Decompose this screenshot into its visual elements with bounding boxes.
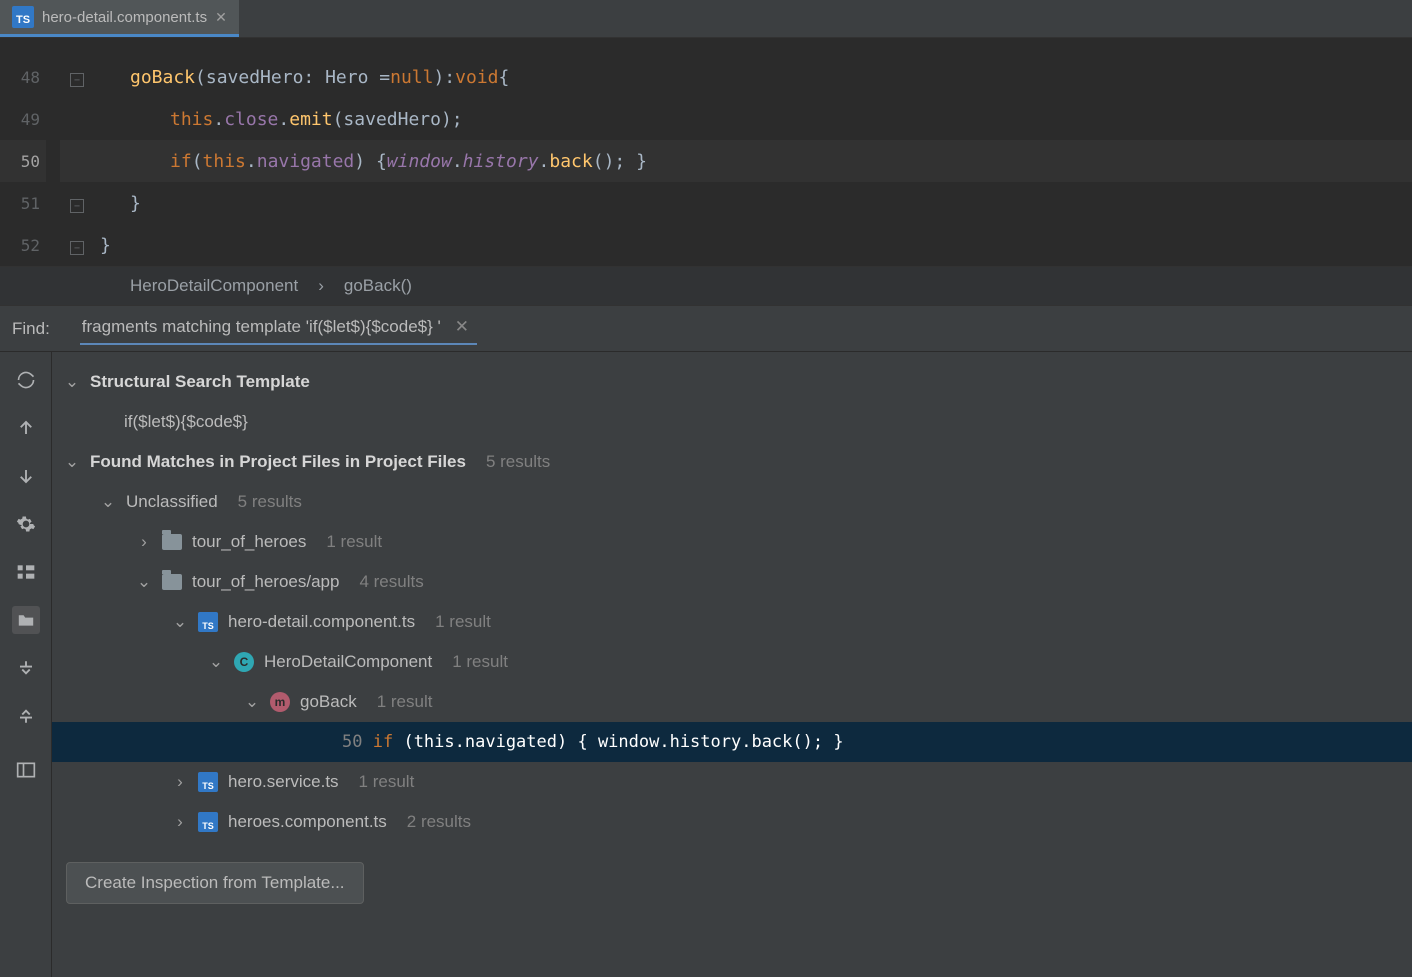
- line-number: 50: [0, 140, 46, 182]
- fold-icon[interactable]: −: [70, 73, 84, 87]
- fold-column: − − −: [60, 56, 90, 266]
- chevron-right-icon[interactable]: ›: [136, 532, 152, 552]
- chevron-down-icon[interactable]: ⌄: [100, 492, 116, 512]
- arrow-up-icon[interactable]: [12, 414, 40, 442]
- tree-node-method[interactable]: ⌄ m goBack 1 result: [52, 682, 1412, 722]
- chevron-down-icon[interactable]: ⌄: [172, 612, 188, 632]
- typescript-icon: TS: [198, 812, 218, 832]
- tree-node-folder[interactable]: › tour_of_heroes 1 result: [52, 522, 1412, 562]
- method-icon: m: [270, 692, 290, 712]
- chevron-down-icon[interactable]: ⌄: [64, 452, 80, 472]
- chevron-down-icon[interactable]: ⌄: [64, 372, 80, 392]
- chevron-right-icon: ›: [318, 276, 324, 296]
- tab-bar: TS hero-detail.component.ts ✕: [0, 0, 1412, 38]
- close-icon[interactable]: ✕: [215, 9, 227, 26]
- folder-icon: [162, 574, 182, 590]
- fold-icon[interactable]: −: [70, 241, 84, 255]
- tree-node-file[interactable]: ⌄ TS hero-detail.component.ts 1 result: [52, 602, 1412, 642]
- breadcrumb-method[interactable]: goBack(): [344, 276, 412, 296]
- find-label: Find:: [12, 319, 50, 339]
- chevron-down-icon[interactable]: ⌄: [136, 572, 152, 592]
- line-number: 48: [0, 56, 46, 98]
- code-editor[interactable]: 48 49 50 51 52 − − − goBack(savedHero: H…: [0, 38, 1412, 266]
- typescript-icon: TS: [198, 612, 218, 632]
- find-query[interactable]: fragments matching template 'if($let$){$…: [80, 313, 477, 345]
- group-icon[interactable]: [12, 558, 40, 586]
- code-area[interactable]: goBack(savedHero: Hero = null): void { t…: [90, 56, 1412, 266]
- code-line[interactable]: }: [90, 182, 1412, 224]
- tree-node-class[interactable]: ⌄ C HeroDetailComponent 1 result: [52, 642, 1412, 682]
- class-icon: C: [234, 652, 254, 672]
- results-panel: ⌄ Structural Search Template if($let$){$…: [0, 352, 1412, 977]
- code-line[interactable]: goBack(savedHero: Hero = null): void {: [90, 56, 1412, 98]
- tree-node-folder[interactable]: ⌄ tour_of_heroes/app 4 results: [52, 562, 1412, 602]
- line-gutter: 48 49 50 51 52: [0, 56, 60, 266]
- line-number: 51: [0, 182, 46, 224]
- tree-node-file[interactable]: › TS heroes.component.ts 2 results: [52, 802, 1412, 842]
- tree-node-match-selected[interactable]: 50 if (this.navigated) { window.history.…: [52, 722, 1412, 762]
- breadcrumb: HeroDetailComponent › goBack(): [0, 266, 1412, 306]
- folder-icon: [162, 534, 182, 550]
- code-line-current[interactable]: if (this.navigated) { window.history.bac…: [90, 140, 1412, 182]
- tree-node-file[interactable]: › TS hero.service.ts 1 result: [52, 762, 1412, 802]
- refresh-icon[interactable]: [12, 366, 40, 394]
- close-icon[interactable]: ✕: [455, 317, 469, 337]
- chevron-right-icon[interactable]: ›: [172, 812, 188, 832]
- expand-all-icon[interactable]: [12, 654, 40, 682]
- gear-icon[interactable]: [12, 510, 40, 538]
- layout-icon[interactable]: [12, 756, 40, 784]
- chevron-down-icon[interactable]: ⌄: [208, 652, 224, 672]
- typescript-icon: TS: [198, 772, 218, 792]
- line-number: 49: [0, 98, 46, 140]
- collapse-all-icon[interactable]: [12, 702, 40, 730]
- tree-node-template-header[interactable]: ⌄ Structural Search Template: [52, 362, 1412, 402]
- code-line[interactable]: }: [90, 224, 1412, 266]
- typescript-icon: TS: [12, 6, 34, 28]
- line-number: 52: [0, 224, 46, 266]
- folder-icon[interactable]: [12, 606, 40, 634]
- arrow-down-icon[interactable]: [12, 462, 40, 490]
- results-tree[interactable]: ⌄ Structural Search Template if($let$){$…: [52, 352, 1412, 977]
- chevron-right-icon[interactable]: ›: [172, 772, 188, 792]
- tree-node-found-header[interactable]: ⌄ Found Matches in Project Files in Proj…: [52, 442, 1412, 482]
- tree-node-group[interactable]: ⌄ Unclassified 5 results: [52, 482, 1412, 522]
- tab-title: hero-detail.component.ts: [42, 9, 207, 26]
- fold-icon[interactable]: −: [70, 199, 84, 213]
- tool-strip: [0, 352, 52, 977]
- tree-node-template-body[interactable]: if($let$){$code$}: [52, 402, 1412, 442]
- chevron-down-icon[interactable]: ⌄: [244, 692, 260, 712]
- code-line[interactable]: this.close.emit(savedHero);: [90, 98, 1412, 140]
- editor-tab[interactable]: TS hero-detail.component.ts ✕: [0, 0, 239, 37]
- find-bar: Find: fragments matching template 'if($l…: [0, 306, 1412, 352]
- breadcrumb-class[interactable]: HeroDetailComponent: [130, 276, 298, 296]
- create-inspection-button[interactable]: Create Inspection from Template...: [66, 862, 364, 904]
